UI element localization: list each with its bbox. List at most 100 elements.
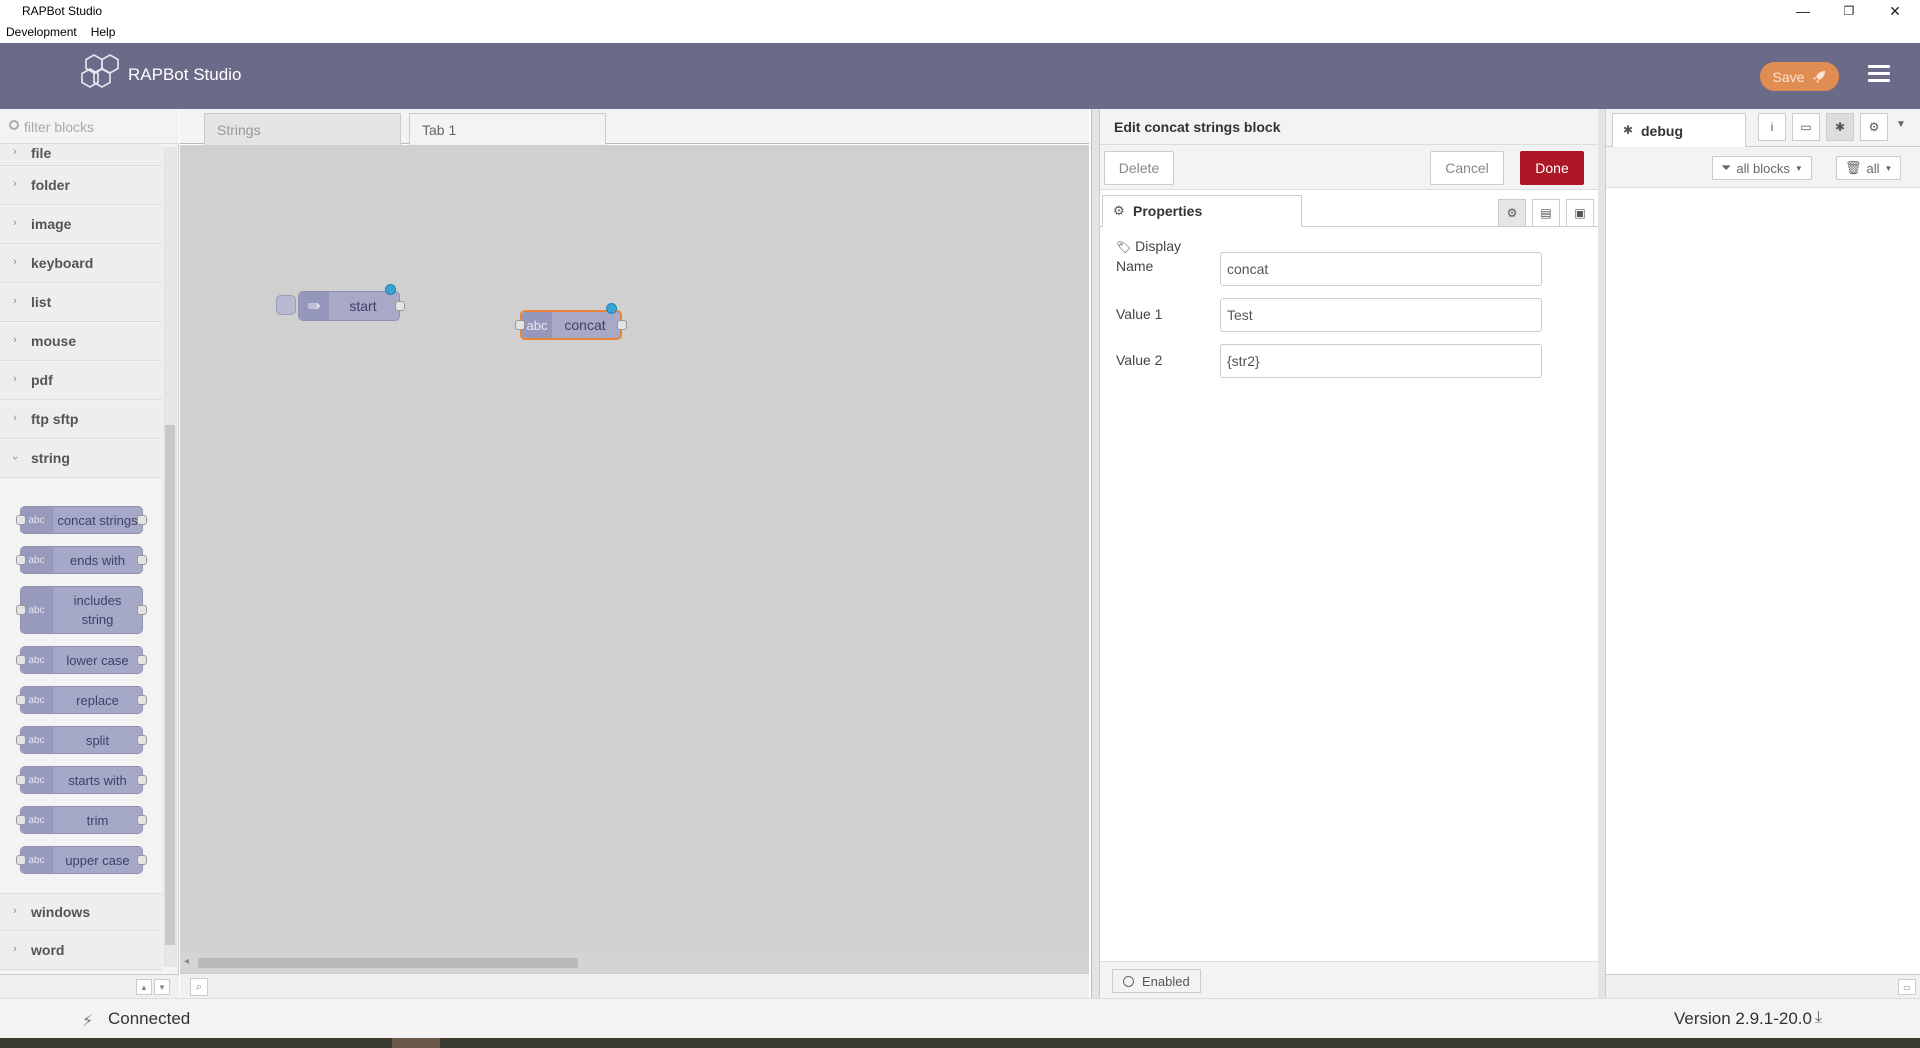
palette-category-ftp-sftp[interactable]: › ftp sftp — [0, 401, 162, 439]
enabled-label: Enabled — [1142, 973, 1190, 989]
node-appearance-frame-icon[interactable]: ▣ — [1566, 199, 1594, 227]
save-label: Save — [1772, 68, 1805, 85]
palette-node-trim[interactable]: abc trim — [16, 806, 147, 834]
done-button[interactable]: Done — [1520, 151, 1584, 185]
value-2-label: Value 2 — [1116, 352, 1163, 368]
category-label: folder — [31, 177, 70, 193]
palette-node-split[interactable]: abc split — [16, 726, 147, 754]
category-label: keyboard — [31, 255, 94, 271]
palette-category-folder[interactable]: › folder — [0, 167, 162, 205]
palette-category-list[interactable]: › list — [0, 284, 162, 322]
chevron-down-icon[interactable]: ▼ — [1896, 119, 1906, 130]
gear-icon: ⚙ — [1113, 203, 1125, 218]
output-port[interactable] — [395, 301, 405, 311]
workspace-tabs: Strings Tab 1 — [180, 109, 1089, 145]
search-icon[interactable]: ⌕ — [190, 978, 208, 996]
palette-category-image[interactable]: › image — [0, 206, 162, 244]
cancel-button[interactable]: Cancel — [1430, 151, 1504, 185]
tab-strings[interactable]: Strings — [204, 113, 401, 145]
scroll-left-icon[interactable]: ◂ — [184, 956, 189, 967]
hexagon-logo-icon — [81, 54, 119, 88]
palette-node-replace[interactable]: abc replace — [16, 686, 147, 714]
category-label: list — [31, 294, 52, 310]
node-label: concat strings — [57, 512, 138, 528]
palette-category-windows[interactable]: › windows — [0, 893, 162, 931]
value-2-input[interactable]: {str2} — [1220, 344, 1542, 378]
taskbar-item[interactable] — [392, 1038, 440, 1048]
filter-blocks-input[interactable]: filter blocks — [24, 119, 94, 135]
monitor-icon[interactable]: ▭ — [1898, 979, 1916, 995]
display-name-label-line-1: Display — [1135, 238, 1182, 254]
output-port — [137, 515, 147, 525]
tab-tab-1[interactable]: Tab 1 — [409, 113, 606, 145]
filter-blocks-dropdown[interactable]: ⏷ all blocks ▼ — [1712, 156, 1812, 180]
collapse-all-icon[interactable]: ▲ — [136, 979, 152, 995]
palette-node-lower-case[interactable]: abc lower case — [16, 646, 147, 674]
download-icon[interactable]: ⤓ — [1815, 1009, 1822, 1027]
changed-indicator — [385, 284, 396, 295]
menu-help[interactable]: Help — [91, 22, 122, 43]
display-name-input[interactable]: concat — [1220, 252, 1542, 286]
menu-development[interactable]: Development — [6, 22, 83, 43]
changed-indicator — [606, 303, 617, 314]
maximize-button[interactable]: ❐ — [1826, 0, 1872, 22]
tray-resize-handle[interactable] — [1092, 109, 1100, 998]
output-port[interactable] — [617, 320, 627, 330]
palette-category-mouse[interactable]: › mouse — [0, 323, 162, 361]
flow-node-concat[interactable]: abc concat — [515, 303, 627, 340]
save-button[interactable]: Save — [1760, 62, 1839, 91]
palette-category-keyboard[interactable]: › keyboard — [0, 245, 162, 283]
close-button[interactable]: ✕ — [1872, 0, 1918, 22]
palette-node-upper-case[interactable]: abc upper case — [16, 846, 147, 874]
delete-button[interactable]: Delete — [1104, 151, 1174, 185]
canvas-horizontal-scrollbar[interactable]: ◂ — [180, 953, 1089, 973]
tab-debug[interactable]: ✱ debug — [1612, 113, 1746, 147]
palette-category-pdf[interactable]: › pdf — [0, 362, 162, 400]
bug-icon[interactable]: ✱ — [1826, 113, 1854, 141]
input-port[interactable] — [515, 320, 525, 330]
input-port — [16, 855, 26, 865]
gear-icon[interactable]: ⚙ — [1860, 113, 1888, 141]
output-port — [137, 855, 147, 865]
palette-scrollbar[interactable] — [163, 147, 177, 967]
tray-header: Edit concat strings block — [1100, 109, 1599, 145]
node-label: upper case — [65, 852, 130, 868]
display-name-label-line-2: Name — [1116, 258, 1154, 274]
expand-all-icon[interactable]: ▼ — [154, 979, 170, 995]
input-port — [16, 735, 26, 745]
main-menu-button[interactable] — [1868, 65, 1890, 85]
palette-node-starts-with[interactable]: abc starts with — [16, 766, 147, 794]
minimize-button[interactable]: — — [1780, 0, 1826, 22]
info-icon[interactable]: i — [1758, 113, 1786, 141]
palette-category-word[interactable]: › word — [0, 932, 162, 970]
scrollbar-thumb[interactable] — [165, 425, 175, 945]
value-1-input[interactable]: Test — [1220, 298, 1542, 332]
node-properties-gear-icon[interactable]: ⚙ — [1498, 199, 1526, 227]
enabled-toggle[interactable]: Enabled — [1112, 969, 1201, 993]
palette-node-includes-string[interactable]: abc includes string — [16, 586, 147, 634]
chevron-right-icon: › — [13, 373, 17, 385]
tab-properties[interactable]: ⚙ Properties — [1102, 195, 1302, 227]
debug-sidebar: ✱ debug i ▭ ✱ ⚙ ▼ ⏷ all blocks ▼ 🗑 all ▼… — [1598, 109, 1920, 998]
category-label: file — [31, 145, 52, 161]
sidebar-footer: ▭ — [1606, 974, 1920, 998]
input-port — [16, 695, 26, 705]
flow-node-start[interactable]: ⇛ start — [298, 284, 405, 321]
start-trigger-button[interactable] — [276, 295, 296, 315]
clear-messages-dropdown[interactable]: 🗑 all ▼ — [1836, 156, 1902, 180]
caret-down-icon: ▼ — [1884, 163, 1893, 173]
node-label: lower case — [66, 652, 129, 668]
filter-icon: ⏷ — [1721, 160, 1732, 175]
palette-category-string[interactable]: › string — [0, 440, 162, 478]
palette-category-file[interactable]: › file — [0, 144, 162, 166]
palette-node-concat-strings[interactable]: abc concat strings — [16, 506, 147, 534]
app-header: RAPBot Studio Save — [0, 43, 1920, 109]
palette-filter[interactable]: filter blocks — [0, 109, 179, 144]
book-icon[interactable]: ▭ — [1792, 113, 1820, 141]
sidebar-resize-handle[interactable] — [1598, 109, 1606, 998]
palette-node-ends-with[interactable]: abc ends with — [16, 546, 147, 574]
flow-canvas[interactable]: ⇛ start abc concat — [180, 145, 1089, 953]
scrollbar-thumb[interactable] — [198, 958, 578, 968]
node-label: starts with — [68, 772, 127, 788]
node-description-document-icon[interactable]: ▤ — [1532, 199, 1560, 227]
